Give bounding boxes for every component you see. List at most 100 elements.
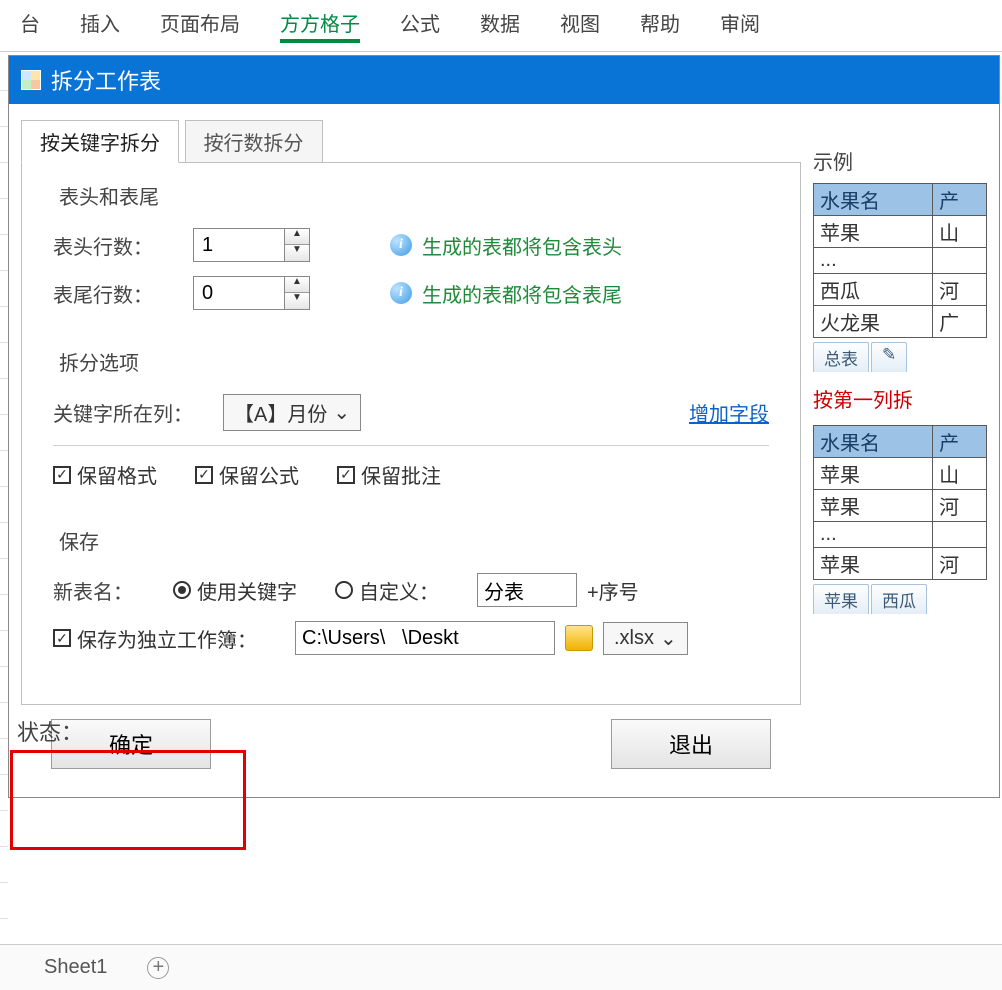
footer-note: 生成的表都将包含表尾	[422, 279, 622, 308]
ribbon-tab[interactable]: 数据	[480, 6, 520, 43]
footer-rows-spinner[interactable]: ▲▼	[193, 276, 310, 310]
save-as-workbook-label: 保存为独立工作簿：	[77, 624, 257, 653]
keep-format-label: 保留格式	[77, 460, 157, 489]
ribbon-tab-active[interactable]: 方方格子	[280, 6, 360, 43]
example-sheet-tab[interactable]: 苹果	[813, 584, 869, 614]
ex1-hdr: 水果名	[814, 184, 933, 216]
tab-split-by-rows[interactable]: 按行数拆分	[185, 120, 323, 163]
spin-up-icon[interactable]: ▲	[285, 229, 309, 245]
example-title: 示例	[813, 146, 987, 175]
keep-format-checkbox[interactable]: ✓保留格式	[53, 460, 157, 489]
ribbon-tab[interactable]: 审阅	[720, 6, 760, 43]
keep-comment-label: 保留批注	[361, 460, 441, 489]
spin-down-icon[interactable]: ▼	[285, 293, 309, 309]
custom-name-input[interactable]	[477, 573, 577, 607]
row-gutter	[0, 55, 8, 944]
ex1-hdr: 产	[933, 184, 987, 216]
dialog-title: 拆分工作表	[51, 64, 161, 96]
use-keyword-radio[interactable]: 使用关键字	[173, 576, 297, 605]
header-note: 生成的表都将包含表头	[422, 231, 622, 260]
save-legend: 保存	[53, 526, 105, 555]
ex2-cell: 苹果	[814, 548, 933, 580]
example-red-note: 按第一列拆	[813, 384, 987, 413]
example-sheet-tab[interactable]: 总表	[813, 342, 869, 372]
ex1-cell	[933, 248, 987, 274]
ex1-cell: 山	[933, 216, 987, 248]
example-panel: 示例 水果名产 苹果山 ... 西瓜河 火龙果广 总表 ✎ 按第一列拆 水果名产…	[813, 120, 987, 789]
key-column-value: 【A】月份	[234, 398, 327, 427]
header-rows-input[interactable]	[194, 229, 284, 261]
dialog-titlebar[interactable]: 拆分工作表	[9, 56, 999, 104]
ex1-cell: 苹果	[814, 216, 933, 248]
add-sheet-icon[interactable]: +	[147, 957, 169, 979]
new-name-label: 新表名：	[53, 576, 163, 605]
workbook-sheet-strip: Sheet1 +	[0, 944, 1002, 990]
ex1-cell: 火龙果	[814, 306, 933, 338]
keep-formula-label: 保留公式	[219, 460, 299, 489]
ribbon-tab[interactable]: 插入	[80, 6, 120, 43]
key-column-select[interactable]: 【A】月份 ⌄	[223, 394, 361, 431]
tab-page: 表头和表尾 表头行数： ▲▼ i 生成的表都将包含表头 表尾行数：	[21, 162, 801, 705]
header-rows-spinner[interactable]: ▲▼	[193, 228, 310, 262]
footer-rows-input[interactable]	[194, 277, 284, 309]
ex2-cell: ...	[814, 522, 933, 548]
example-table-2: 水果名产 苹果山 苹果河 ... 苹果河	[813, 425, 987, 580]
split-worksheet-dialog: 拆分工作表 按关键字拆分 按行数拆分 表头和表尾 表头行数： ▲▼	[8, 55, 1000, 798]
save-path-input[interactable]	[295, 621, 555, 655]
ex2-hdr: 产	[933, 426, 987, 458]
save-group: 保存 新表名： 使用关键字 自定义： +序号 ✓保存为独立工作簿： .xlsx	[42, 526, 780, 684]
ex2-cell: 苹果	[814, 458, 933, 490]
custom-label: 自定义：	[359, 576, 439, 605]
info-icon: i	[390, 282, 412, 304]
spin-up-icon[interactable]: ▲	[285, 277, 309, 293]
example-sheet-tab-icon[interactable]: ✎	[871, 342, 907, 372]
keep-comment-checkbox[interactable]: ✓保留批注	[337, 460, 441, 489]
tab-split-by-keyword[interactable]: 按关键字拆分	[21, 120, 179, 163]
folder-icon[interactable]	[565, 625, 593, 651]
dialog-buttons: 确定 退出	[21, 705, 801, 789]
dialog-tabs: 按关键字拆分 按行数拆分	[21, 120, 801, 163]
add-field-link[interactable]: 增加字段	[689, 398, 769, 427]
spin-down-icon[interactable]: ▼	[285, 245, 309, 261]
header-footer-legend: 表头和表尾	[53, 181, 165, 210]
header-footer-group: 表头和表尾 表头行数： ▲▼ i 生成的表都将包含表头 表尾行数：	[42, 181, 780, 339]
ribbon-tab[interactable]: 台	[20, 6, 40, 43]
example-table-1: 水果名产 苹果山 ... 西瓜河 火龙果广	[813, 183, 987, 338]
info-icon: i	[390, 234, 412, 256]
ribbon-tab[interactable]: 公式	[400, 6, 440, 43]
split-options-group: 拆分选项 关键字所在列： 【A】月份 ⌄ 增加字段 ✓保留格式 ✓保留公式	[42, 347, 780, 518]
ex1-cell: ...	[814, 248, 933, 274]
ex2-cell: 山	[933, 458, 987, 490]
ex2-cell	[933, 522, 987, 548]
divider	[53, 445, 769, 446]
key-column-label: 关键字所在列：	[53, 398, 213, 427]
custom-radio[interactable]: 自定义：	[335, 576, 439, 605]
ex1-cell: 西瓜	[814, 274, 933, 306]
keep-formula-checkbox[interactable]: ✓保留公式	[195, 460, 299, 489]
header-rows-label: 表头行数：	[53, 231, 183, 260]
split-options-legend: 拆分选项	[53, 347, 145, 376]
save-as-workbook-checkbox[interactable]: ✓保存为独立工作簿：	[53, 624, 257, 653]
example-sheet-tab[interactable]: 西瓜	[871, 584, 927, 614]
ex1-cell: 河	[933, 274, 987, 306]
ribbon: 台 插入 页面布局 方方格子 公式 数据 视图 帮助 审阅	[0, 0, 1002, 52]
suffix-label: +序号	[587, 576, 639, 605]
use-keyword-label: 使用关键字	[197, 576, 297, 605]
chevron-down-icon: ⌄	[333, 400, 350, 425]
ex2-hdr: 水果名	[814, 426, 933, 458]
ex1-cell: 广	[933, 306, 987, 338]
status-label: 状态：	[17, 715, 83, 747]
workbook-sheet-tab[interactable]: Sheet1	[44, 956, 107, 979]
ribbon-tab[interactable]: 页面布局	[160, 6, 240, 43]
extension-value: .xlsx	[614, 627, 654, 650]
extension-select[interactable]: .xlsx ⌄	[603, 622, 688, 655]
footer-rows-label: 表尾行数：	[53, 279, 183, 308]
ribbon-tab[interactable]: 视图	[560, 6, 600, 43]
ribbon-tab[interactable]: 帮助	[640, 6, 680, 43]
ex2-cell: 河	[933, 548, 987, 580]
ex2-cell: 河	[933, 490, 987, 522]
chevron-down-icon: ⌄	[660, 626, 677, 651]
ex2-cell: 苹果	[814, 490, 933, 522]
window-icon	[21, 70, 41, 90]
exit-button[interactable]: 退出	[611, 719, 771, 769]
